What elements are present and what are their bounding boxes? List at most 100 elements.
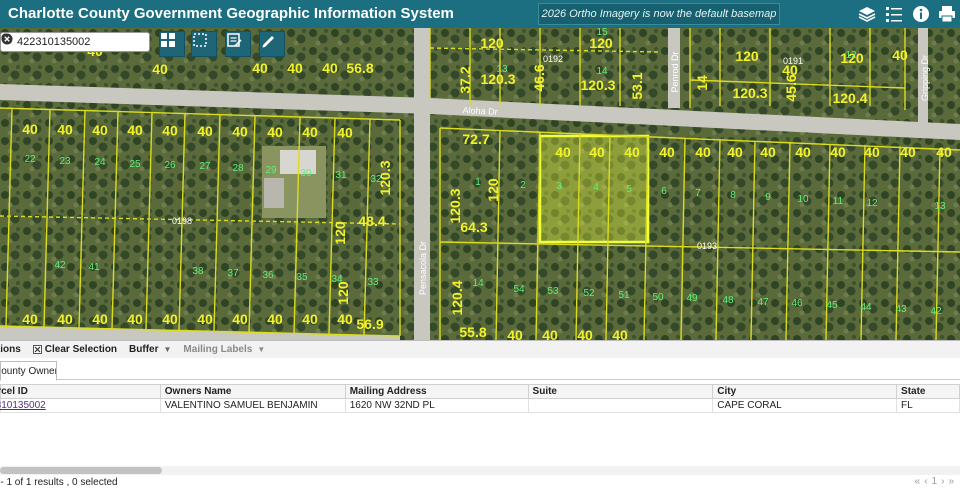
lot-number: 14 [472,278,484,289]
table-row[interactable]: 422310135002 VALENTINO SAMUEL BENJAMIN 1… [0,398,960,413]
basemap-grid-button[interactable] [159,31,185,57]
buffer-menu[interactable]: Buffer ▼ [129,344,171,355]
city-cell: CAPE CORAL [712,398,898,413]
lot-number: 41 [88,262,100,273]
clear-selection-button[interactable]: Clear Selection [32,344,117,355]
next-page-icon[interactable]: › [941,476,944,487]
clear-search-icon[interactable] [1,33,149,50]
column-header-parcel-id[interactable]: Parcel ID [0,384,161,399]
dimension-label: 64.3 [460,219,487,235]
lot-number: 2 [520,180,526,191]
lot-number: 50 [652,292,664,303]
state-cell: FL [896,398,960,413]
lot-number: 8 [730,190,736,201]
lot-number: 49 [686,293,698,304]
dimension-label: 40 [936,144,952,160]
dimension-label: 120 [735,48,759,64]
street-label: Aloha Dr [462,105,497,117]
parcel-search-box[interactable] [0,32,150,52]
edit-notes-button[interactable] [225,31,251,57]
dimension-label: 40 [695,144,711,160]
street-label: Penrod Dr [670,51,680,92]
dimension-label: 72.7 [462,131,489,147]
dimension-label: 56.8 [346,60,373,76]
lot-number: 30 [300,168,312,179]
first-page-icon[interactable]: « [915,476,921,487]
dimension-label: 40 [287,60,303,76]
dimension-label: 120.4 [449,280,465,315]
lot-number: 5 [626,184,632,195]
results-tabs: County Ownership [0,358,960,381]
pager: « ‹ 1 › » [915,476,954,487]
chevron-down-icon: ▼ [257,345,266,354]
dimension-label: 40 [760,144,776,160]
measure-button[interactable] [259,31,285,57]
grid-icon [161,33,175,47]
print-icon[interactable] [937,4,957,24]
mailing-address-cell: 1620 NW 32ND PL [344,398,529,413]
dimension-label: 40 [267,124,283,140]
lot-number: 53 [547,286,559,297]
dimension-label: 40 [507,327,523,340]
dimension-label: 40 [22,121,38,137]
parcel-id-link[interactable]: 422310135002 [0,400,46,411]
dimension-label: 37.2 [457,66,473,93]
column-header-state[interactable]: State [896,384,960,399]
table-header-row: Parcel ID Owners Name Mailing Address Su… [0,384,960,399]
legend-list-icon[interactable] [884,4,904,24]
dimension-label: 40 [267,311,283,327]
dimension-label: 120 [480,35,504,51]
lot-number: 15 [596,28,608,38]
notepad-icon [227,33,242,47]
dimension-label: 40 [252,60,268,76]
column-header-suite[interactable]: Suite [527,384,714,399]
mailing-labels-menu[interactable]: Mailing Labels ▼ [183,344,265,355]
street-label: Gripping Dr [920,55,930,101]
last-page-icon[interactable]: » [948,476,954,487]
horizontal-scrollbar[interactable] [0,466,960,475]
lot-number: 3 [556,181,562,192]
search-input[interactable] [17,36,133,48]
lot-number: 7 [695,188,701,199]
layers-icon[interactable] [857,4,877,24]
select-area-button[interactable] [191,31,217,57]
dimension-label: 40 [197,311,213,327]
app-header: Charlotte County Government Geographic I… [0,0,960,28]
lot-number: 23 [59,156,71,167]
dimension-label: 46.6 [531,64,547,91]
block-label: 0198 [172,216,192,226]
dimension-label: 40 [162,123,178,139]
lot-number: 37 [227,268,239,279]
dimension-label: 40 [577,327,593,340]
lot-number: 31 [335,170,347,181]
lot-number: 10 [797,194,809,205]
dimension-label: 40 [302,311,318,327]
lot-number: 27 [199,161,211,172]
info-icon[interactable] [911,4,931,24]
previous-page-icon[interactable]: ‹ [924,476,927,487]
column-header-mailing-address[interactable]: Mailing Address [344,384,529,399]
lot-number: 1 [475,177,481,188]
dimension-label: 40 [22,311,38,327]
owners-name-cell: VALENTINO SAMUEL BENJAMIN [159,398,346,413]
options-menu[interactable]: Options [0,344,21,355]
lot-number: 25 [129,159,141,170]
dimension-label: 40 [152,61,168,77]
dimension-label: 120 [485,178,501,202]
aerial-parcel-map[interactable]: Aloha Dr Pensacola Dr Penrod Dr Gripping Dr… [0,28,960,340]
results-footer: 1 - 1 of 1 results , 0 selected « ‹ 1 › … [0,476,960,490]
tab-county-ownership[interactable]: County Ownership [0,361,57,381]
dimension-label: 55.8 [459,324,486,340]
column-header-owners-name[interactable]: Owners Name [159,384,346,399]
map-view[interactable]: Aloha Dr Pensacola Dr Penrod Dr Gripping Dr… [0,28,960,340]
lot-number: 14 [596,66,608,77]
chevron-down-icon: ▼ [163,345,172,354]
column-header-city[interactable]: City [712,384,898,399]
lot-number: 13 [496,64,508,75]
lot-number: 29 [265,165,277,176]
scrollbar-thumb[interactable] [0,467,162,474]
lot-number: 12 [845,50,857,61]
dimension-label: 40 [337,125,353,141]
dimension-label: 40 [127,122,143,138]
app-title: Charlotte County Government Geographic I… [8,5,454,22]
